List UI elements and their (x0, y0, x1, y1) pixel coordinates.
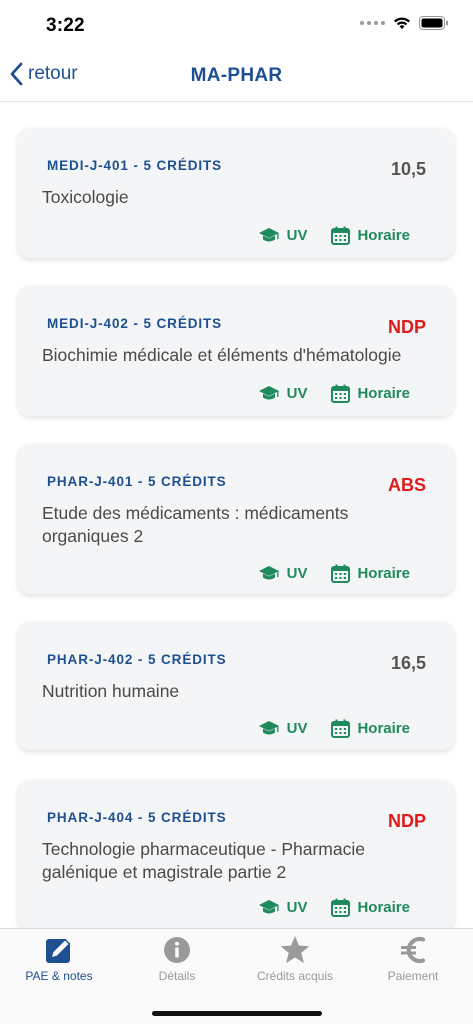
course-code: PHAR-J-402 - 5 CRÉDITS (47, 652, 227, 667)
horaire-button[interactable]: Horaire (331, 226, 410, 245)
course-card[interactable]: PHAR-J-401 - 5 CRÉDITS ABS Etude des méd… (18, 444, 454, 594)
course-name: Toxicologie (42, 187, 129, 207)
tab-label: Détails (158, 969, 196, 983)
horaire-button[interactable]: Horaire (331, 719, 410, 738)
signal-icon (360, 21, 385, 25)
tab-paiement[interactable]: Paiement (354, 929, 472, 993)
calendar-icon (331, 898, 351, 917)
uv-label: UV (286, 720, 308, 737)
navigation-bar: retour MA-PHAR (0, 50, 473, 102)
tab-label: Paiement (387, 969, 439, 983)
course-code: MEDI-J-402 - 5 CRÉDITS (47, 316, 223, 331)
graduation-cap-icon (258, 900, 279, 914)
course-actions: UV Horaire (258, 564, 410, 583)
uv-button[interactable]: UV (258, 720, 308, 737)
edit-icon (0, 935, 118, 965)
info-icon (118, 935, 236, 965)
home-indicator (152, 1011, 322, 1016)
calendar-icon (331, 226, 351, 245)
course-name: Etude des médicaments : médicaments orga… (42, 503, 349, 546)
horaire-label: Horaire (357, 385, 410, 402)
horaire-label: Horaire (357, 899, 410, 916)
tab-label: PAE & notes (25, 969, 93, 983)
course-actions: UV Horaire (258, 226, 410, 245)
tab-credits-acquis[interactable]: Crédits acquis (236, 929, 354, 993)
uv-button[interactable]: UV (258, 565, 308, 582)
uv-button[interactable]: UV (258, 227, 308, 244)
horaire-button[interactable]: Horaire (331, 384, 410, 403)
status-bar: 3:22 (0, 0, 473, 50)
horaire-button[interactable]: Horaire (331, 564, 410, 583)
star-icon (236, 935, 354, 965)
graduation-cap-icon (258, 566, 279, 580)
course-grade: NDP (387, 317, 426, 337)
course-code: PHAR-J-404 - 5 CRÉDITS (47, 810, 227, 825)
uv-button[interactable]: UV (258, 385, 308, 402)
page-title: MA-PHAR (190, 65, 283, 86)
uv-label: UV (286, 899, 308, 916)
uv-label: UV (286, 565, 308, 582)
course-name: Technologie pharmaceutique - Pharmacie g… (42, 839, 365, 882)
tab-bar: PAE & notes Détails Crédits acquis Paiem… (0, 928, 473, 1024)
battery-icon (419, 16, 448, 30)
course-grade: NDP (387, 811, 426, 831)
course-card[interactable]: PHAR-J-402 - 5 CRÉDITS 16,5 Nutrition hu… (18, 622, 454, 750)
course-grade: 10,5 (390, 159, 426, 179)
course-code: PHAR-J-401 - 5 CRÉDITS (47, 474, 227, 489)
course-name: Nutrition humaine (42, 681, 180, 701)
course-actions: UV Horaire (258, 384, 410, 403)
graduation-cap-icon (258, 228, 279, 242)
uv-button[interactable]: UV (258, 899, 308, 916)
graduation-cap-icon (258, 386, 279, 400)
calendar-icon (331, 564, 351, 583)
course-code: MEDI-J-401 - 5 CRÉDITS (47, 158, 223, 173)
horaire-button[interactable]: Horaire (331, 898, 410, 917)
euro-icon (354, 935, 472, 965)
course-grade: ABS (387, 475, 426, 495)
course-actions: UV Horaire (258, 898, 410, 917)
course-card[interactable]: MEDI-J-402 - 5 CRÉDITS NDP Biochimie méd… (18, 286, 454, 416)
calendar-icon (331, 719, 351, 738)
course-grade: 16,5 (390, 653, 426, 673)
tab-pae-notes[interactable]: PAE & notes (0, 929, 118, 993)
horaire-label: Horaire (357, 720, 410, 737)
uv-label: UV (286, 385, 308, 402)
course-card[interactable]: PHAR-J-404 - 5 CRÉDITS NDP Technologie p… (18, 780, 454, 928)
wifi-icon (394, 17, 410, 29)
tab-label: Crédits acquis (256, 969, 334, 983)
horaire-label: Horaire (357, 227, 410, 244)
tab-details[interactable]: Détails (118, 929, 236, 993)
uv-label: UV (286, 227, 308, 244)
calendar-icon (331, 384, 351, 403)
course-list[interactable]: MEDI-J-401 - 5 CRÉDITS 10,5 Toxicologie … (0, 102, 473, 928)
course-card[interactable]: MEDI-J-401 - 5 CRÉDITS 10,5 Toxicologie … (18, 128, 454, 258)
status-icons (360, 16, 449, 30)
graduation-cap-icon (258, 721, 279, 735)
course-actions: UV Horaire (258, 719, 410, 738)
horaire-label: Horaire (357, 565, 410, 582)
course-name: Biochimie médicale et éléments d'hématol… (42, 345, 402, 365)
status-time: 3:22 (46, 15, 85, 36)
